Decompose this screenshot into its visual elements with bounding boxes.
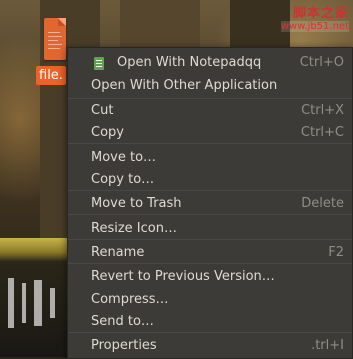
menu-item-label: Revert to Previous Version…	[91, 268, 275, 284]
menu-item-revert-to-previous-version[interactable]: Revert to Previous Version…	[68, 266, 352, 286]
menu-item-label: Resize Icon…	[91, 220, 177, 236]
menu-item-move-to-trash[interactable]: Move to Trash Delete	[68, 193, 352, 213]
menu-item-label: Copy to…	[91, 171, 155, 187]
menu-item-open-with-notepadqq[interactable]: Open With Notepadqq Ctrl+O	[68, 52, 352, 72]
menu-item-send-to[interactable]: Send to…	[68, 311, 352, 331]
menu-item-label: Properties	[91, 337, 157, 353]
menu-separator	[68, 190, 352, 191]
menu-item-cut[interactable]: Cut Ctrl+X	[68, 100, 352, 120]
menu-item-copy-to[interactable]: Copy to…	[68, 169, 352, 189]
menu-separator	[68, 143, 352, 144]
menu-item-label: Move to Trash	[91, 195, 182, 211]
menu-item-shortcut: Ctrl+X	[301, 102, 344, 118]
menu-item-resize-icon[interactable]: Resize Icon…	[68, 218, 352, 238]
menu-item-label: Rename	[91, 244, 145, 260]
menu-separator	[68, 332, 352, 333]
menu-item-move-to[interactable]: Move to…	[68, 147, 352, 167]
menu-item-rename[interactable]: Rename F2	[68, 242, 352, 262]
menu-separator	[68, 239, 352, 240]
menu-separator	[68, 263, 352, 264]
menu-item-label: Copy	[91, 124, 124, 140]
menu-item-label: Open With Notepadqq	[117, 54, 262, 70]
menu-separator	[68, 98, 352, 99]
menu-item-compress[interactable]: Compress…	[68, 289, 352, 309]
notepadqq-icon	[94, 57, 104, 70]
menu-separator	[68, 214, 352, 215]
watermark: 脚本之家 www.jb51.net	[280, 2, 349, 32]
file-name-label[interactable]: file.	[36, 66, 66, 85]
watermark-title: 脚本之家	[292, 6, 349, 21]
menu-item-shortcut: Ctrl+C	[300, 124, 344, 140]
menu-item-label: Open With Other Application	[91, 77, 278, 93]
menu-item-properties[interactable]: Properties .trl+I	[68, 335, 352, 355]
menu-item-shortcut: Delete	[301, 195, 344, 211]
menu-item-label: Move to…	[91, 149, 157, 165]
menu-item-shortcut: Ctrl+O	[299, 54, 344, 70]
menu-item-label: Send to…	[91, 313, 154, 329]
menu-item-label: Compress…	[91, 291, 169, 307]
watermark-url: www.jb51.net	[280, 21, 349, 32]
menu-item-copy[interactable]: Copy Ctrl+C	[68, 122, 352, 142]
context-menu: Open With Notepadqq Ctrl+O Open With Oth…	[67, 47, 353, 359]
menu-item-label: Cut	[91, 102, 114, 118]
text-file-icon[interactable]	[44, 18, 66, 60]
menu-item-open-with-other-application[interactable]: Open With Other Application	[68, 75, 352, 95]
menu-item-shortcut: .trl+I	[311, 337, 344, 353]
menu-item-shortcut: F2	[328, 244, 344, 260]
